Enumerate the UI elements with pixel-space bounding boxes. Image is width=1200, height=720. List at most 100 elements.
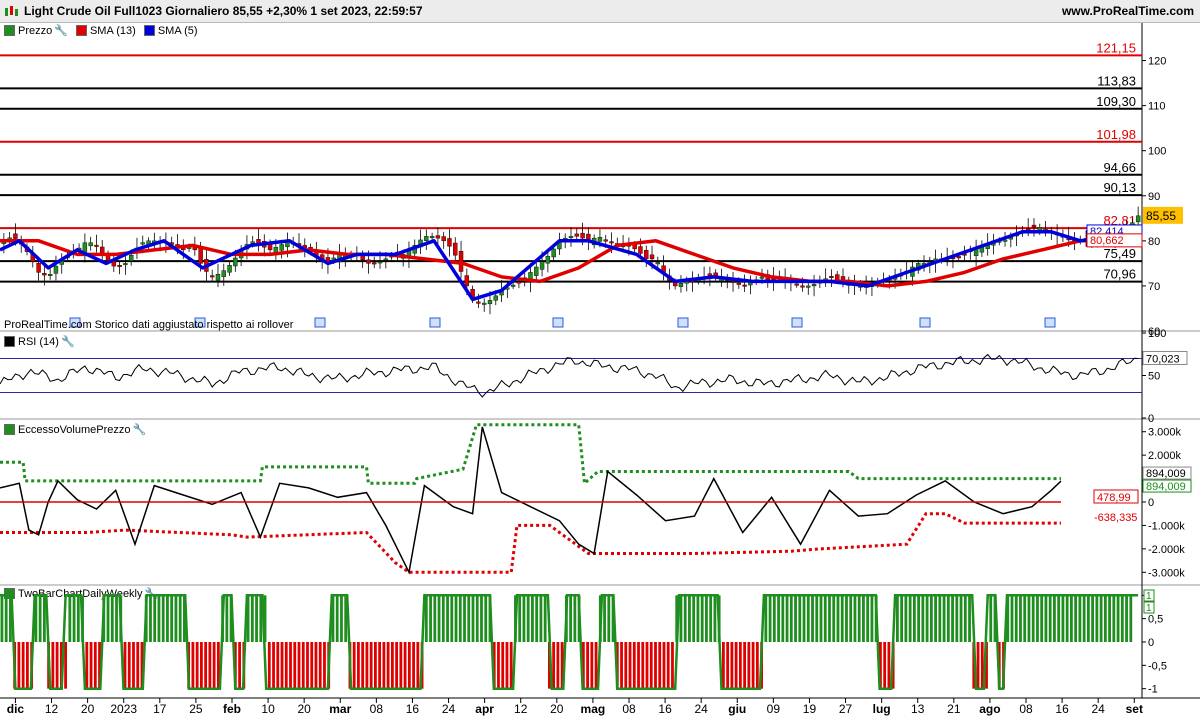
candle-body xyxy=(829,276,834,279)
candle-body xyxy=(1135,215,1141,223)
price-tick-label: 90 xyxy=(1148,191,1160,203)
evp-lower-line xyxy=(0,512,1061,574)
price-tick-label: 80 xyxy=(1148,236,1160,248)
candle-body xyxy=(424,236,429,241)
tbc-bar xyxy=(93,642,97,689)
tbc-bar xyxy=(212,642,216,689)
candle-body xyxy=(476,301,481,304)
tbc-bar xyxy=(819,595,823,642)
tbc-bar xyxy=(849,595,853,642)
price-tick-label: 120 xyxy=(1148,56,1166,68)
tbc-bar xyxy=(1027,595,1031,642)
tbc-bar xyxy=(386,642,390,689)
candle-body xyxy=(644,250,649,260)
candle-body xyxy=(42,273,47,276)
tbc-bar xyxy=(700,595,704,642)
tbc-bar xyxy=(284,642,288,689)
tbc-bar xyxy=(433,595,437,642)
tbc-bar xyxy=(917,595,921,642)
level-label: 94,66 xyxy=(1103,160,1136,175)
candle-body xyxy=(1,242,7,245)
tbc-bar xyxy=(166,595,169,642)
tbc-bar xyxy=(573,595,577,642)
tbc-bar xyxy=(624,642,628,689)
price-tick-label: 100 xyxy=(1148,146,1166,158)
tbc-bar xyxy=(437,595,441,642)
candle-body xyxy=(806,285,811,288)
x-tick-label: mag xyxy=(581,702,606,716)
tbc-bar xyxy=(110,595,114,642)
tbc-bar xyxy=(1010,595,1014,642)
tbc-bar xyxy=(671,642,674,689)
tbc-bar xyxy=(789,595,793,642)
level-label: 70,96 xyxy=(1103,267,1136,282)
tbc-bar xyxy=(845,595,848,642)
tbc-bar xyxy=(1129,595,1133,642)
tbc-bar xyxy=(823,595,827,642)
tbc-bar xyxy=(106,595,110,642)
x-tick-label: 08 xyxy=(1019,702,1033,716)
tbc-bar xyxy=(412,642,415,689)
tbc-bar xyxy=(72,595,76,642)
tbc-bar xyxy=(314,642,318,689)
tbc-bar xyxy=(280,642,284,689)
tbc-bar xyxy=(946,595,950,642)
candle-body xyxy=(383,258,389,261)
rollover-icon xyxy=(1044,317,1056,328)
candle-body xyxy=(82,242,88,253)
candle-body xyxy=(36,263,41,273)
tbc-bar xyxy=(416,642,420,689)
candle-body xyxy=(516,281,522,284)
candle-body xyxy=(377,261,383,264)
tbc-bar xyxy=(127,642,131,689)
tbc-bar xyxy=(132,642,135,689)
candle-body xyxy=(539,261,545,270)
evp-tick-label: -1.000k xyxy=(1148,520,1185,532)
evp-478-label: 478,99 xyxy=(1097,492,1131,504)
x-tick-label: 24 xyxy=(695,702,709,716)
tbc-bar xyxy=(403,642,407,689)
tbc-bar xyxy=(895,595,899,642)
tbc-bar xyxy=(272,642,275,689)
level-label: 109,30 xyxy=(1096,94,1136,109)
evp-tick-label: 3.000k xyxy=(1148,427,1182,439)
candle-body xyxy=(117,265,122,267)
tbc-bar xyxy=(688,595,691,642)
tbc-bar xyxy=(870,595,874,642)
candle-body xyxy=(94,244,99,247)
tbc-bar xyxy=(955,595,959,642)
tbc-bar xyxy=(726,642,730,689)
tbc-bar xyxy=(1023,595,1027,642)
tbc-bar xyxy=(191,642,195,689)
tbc-bar xyxy=(276,642,280,689)
evp-tick-label: -2.000k xyxy=(1148,544,1185,556)
tbc-bar xyxy=(267,642,271,689)
candle-body xyxy=(429,236,435,239)
x-tick-label: giu xyxy=(728,702,746,716)
tbc-bar xyxy=(942,595,946,642)
tbc-bar xyxy=(637,642,640,689)
tbc-bar xyxy=(925,595,929,642)
tbc-bar xyxy=(806,595,810,642)
tbc-bar xyxy=(755,642,759,689)
tbc-bar xyxy=(399,642,403,689)
chart-canvas[interactable]: 60708090100110120121,15113,83109,30101,9… xyxy=(0,0,1200,720)
tbc-bar xyxy=(1086,595,1090,642)
tbc-bar xyxy=(467,595,471,642)
rollover-icon xyxy=(314,317,326,328)
candle-body xyxy=(811,283,817,287)
evp-tick-label: -3.000k xyxy=(1148,567,1185,579)
tbc-bar xyxy=(365,642,369,689)
evp-tick-label: 0 xyxy=(1148,497,1154,509)
tbc-bar xyxy=(390,642,394,689)
tbc-bar xyxy=(853,595,857,642)
candle-body xyxy=(551,248,556,258)
rollover-icon xyxy=(429,317,441,328)
last-price-label: 85,55 xyxy=(1146,209,1176,223)
tbc-bar xyxy=(357,642,360,689)
tbc-bar xyxy=(407,642,411,689)
candle-body xyxy=(568,236,574,239)
candle-body xyxy=(510,284,516,287)
tbc-bar xyxy=(395,642,399,689)
candle-body xyxy=(233,257,238,267)
